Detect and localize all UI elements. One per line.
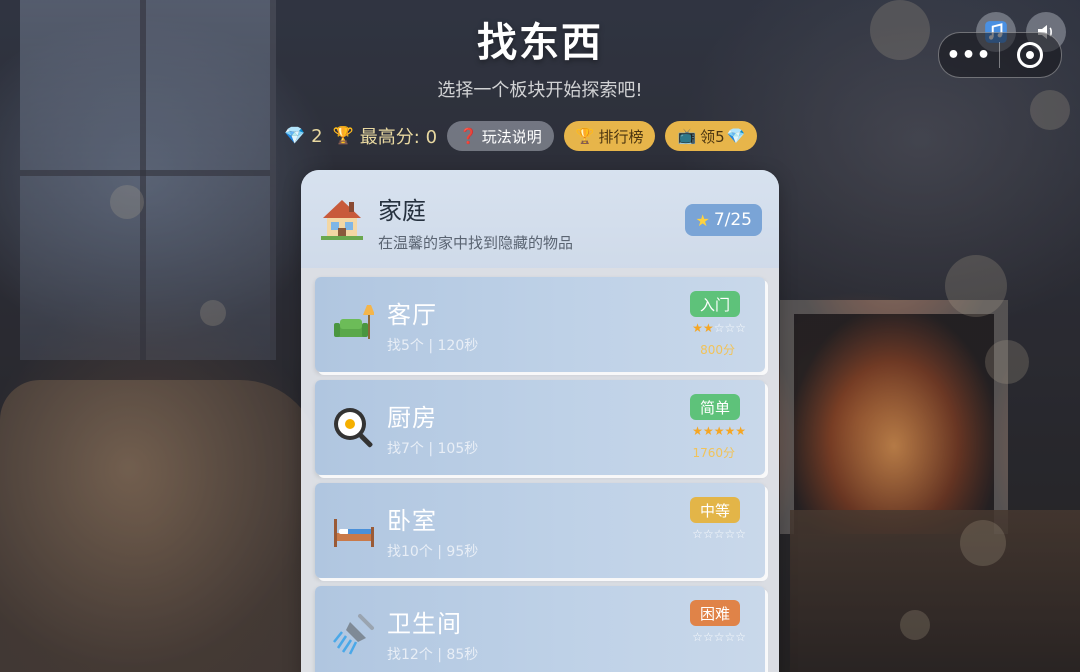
level-card-kitchen[interactable]: 厨房 找7个 | 105秒 简单 ★★★★★ 1760分 xyxy=(315,380,765,475)
level-stars: ★★★★★ xyxy=(692,424,746,438)
level-name: 卫生间 xyxy=(387,610,462,638)
star-filled-icon: ★ xyxy=(735,424,746,438)
star-filled-icon: ★ xyxy=(702,321,714,335)
help-button-label: 玩法说明 xyxy=(481,127,542,146)
sofa-lamp-icon xyxy=(332,303,375,349)
level-score: 1760分 xyxy=(692,446,735,460)
stats-bar: 💎 2 🏆 最高分: 0 ❓ 玩法说明 🏆 排行榜 📺 领5 💎 xyxy=(284,120,758,152)
level-card-bathroom[interactable]: 卫生间 找12个 | 85秒 困难 ☆☆☆☆☆ xyxy=(315,586,765,672)
star-empty-icon: ☆ xyxy=(692,630,703,644)
tv-icon: 📺 xyxy=(677,127,697,145)
level-card-living-room[interactable]: 客厅 找5个 | 120秒 入门 ★★☆☆☆ 800分 xyxy=(315,277,765,372)
star-empty-icon: ☆ xyxy=(702,630,714,644)
level-name: 客厅 xyxy=(387,301,437,329)
star-empty-icon: ☆ xyxy=(713,527,725,541)
best-score: 🏆 最高分: 0 xyxy=(333,123,437,149)
star-empty-icon: ☆ xyxy=(735,630,746,644)
level-stars: ☆☆☆☆☆ xyxy=(692,527,746,541)
category-panel: 家庭 在温馨的家中找到隐藏的物品 ★ 7/25 客厅 找5个 | 120秒 入门… xyxy=(301,170,779,672)
star-empty-icon: ☆ xyxy=(692,527,703,541)
difficulty-badge: 简单 xyxy=(689,394,740,420)
star-filled-icon: ★ xyxy=(702,424,714,438)
trophy-icon: 🏆 xyxy=(575,127,595,145)
difficulty-badge: 中等 xyxy=(689,497,740,523)
category-description: 在温馨的家中找到隐藏的物品 xyxy=(378,234,574,252)
level-card-bedroom[interactable]: 卧室 找10个 | 95秒 中等 ☆☆☆☆☆ xyxy=(315,483,765,578)
claim-gems-label: 领5 xyxy=(700,127,725,146)
shower-icon xyxy=(332,612,376,660)
target-circle-icon xyxy=(1017,42,1043,68)
star-empty-icon: ☆ xyxy=(735,321,746,335)
star-filled-icon: ★ xyxy=(692,424,703,438)
star-empty-icon: ☆ xyxy=(724,321,736,335)
close-miniprogram-button[interactable] xyxy=(1000,42,1060,68)
level-score: 800分 xyxy=(700,343,735,357)
miniprogram-capsule: ••• xyxy=(938,32,1062,78)
bed-icon xyxy=(332,509,376,553)
star-filled-icon: ★ xyxy=(724,424,736,438)
diamond-icon: 💎 xyxy=(284,126,306,146)
category-progress-text: 7/25 xyxy=(713,210,752,230)
level-stars: ☆☆☆☆☆ xyxy=(692,630,746,644)
star-icon: ★ xyxy=(695,210,710,230)
question-mark-icon: ❓ xyxy=(459,127,478,145)
gem-count: 2 xyxy=(311,125,323,147)
star-empty-icon: ☆ xyxy=(724,527,736,541)
star-empty-icon: ☆ xyxy=(724,630,736,644)
help-button[interactable]: ❓ 玩法说明 xyxy=(447,121,554,151)
category-title: 家庭 xyxy=(378,197,426,225)
star-empty-icon: ☆ xyxy=(713,630,725,644)
star-empty-icon: ☆ xyxy=(735,527,746,541)
star-filled-icon: ★ xyxy=(692,321,703,335)
best-score-text: 最高分: 0 xyxy=(359,127,438,148)
more-menu-button[interactable]: ••• xyxy=(939,43,999,68)
level-meta: 找12个 | 85秒 xyxy=(387,647,479,663)
trophy-icon: 🏆 xyxy=(332,126,354,146)
level-meta: 找5个 | 120秒 xyxy=(387,338,479,354)
diamond-icon: 💎 xyxy=(726,127,746,145)
leaderboard-button[interactable]: 🏆 排行榜 xyxy=(563,121,656,151)
difficulty-badge: 入门 xyxy=(689,291,740,317)
category-progress-badge: ★ 7/25 xyxy=(685,204,762,236)
level-name: 卧室 xyxy=(387,507,437,535)
frying-pan-icon xyxy=(332,406,376,454)
star-empty-icon: ☆ xyxy=(702,527,714,541)
level-name: 厨房 xyxy=(387,404,437,432)
level-meta: 找10个 | 95秒 xyxy=(387,544,479,560)
level-stars: ★★☆☆☆ xyxy=(692,321,746,335)
leaderboard-button-label: 排行榜 xyxy=(598,127,644,146)
star-empty-icon: ☆ xyxy=(713,321,725,335)
gem-counter: 💎 2 xyxy=(284,126,323,147)
level-meta: 找7个 | 105秒 xyxy=(387,441,479,457)
page-title: 找东西 xyxy=(477,20,603,66)
category-header: 家庭 在温馨的家中找到隐藏的物品 ★ 7/25 xyxy=(301,170,779,268)
page-subtitle: 选择一个板块开始探索吧! xyxy=(437,80,643,101)
claim-gems-button[interactable]: 📺 领5 💎 xyxy=(665,121,758,151)
difficulty-badge: 困难 xyxy=(689,600,740,626)
house-icon xyxy=(321,196,363,244)
star-filled-icon: ★ xyxy=(713,424,725,438)
